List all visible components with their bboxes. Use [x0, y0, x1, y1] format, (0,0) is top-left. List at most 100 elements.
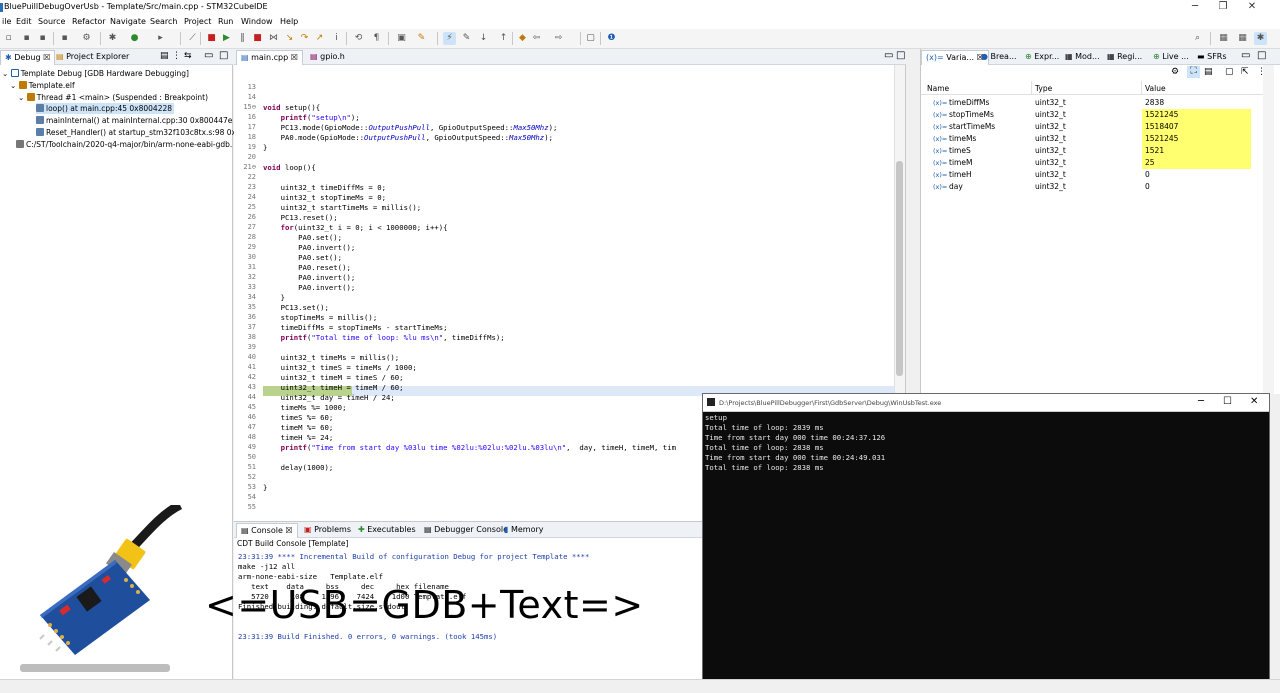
forward-icon[interactable]: ⇨ — [552, 32, 565, 45]
new-icon[interactable]: ▫ — [2, 32, 15, 45]
tab-console[interactable]: ▤ Console ☒ — [236, 523, 298, 538]
skip-breakpoints-icon[interactable]: ⟋ — [186, 32, 199, 45]
menu-help[interactable]: Help — [280, 17, 298, 26]
expand-icon[interactable]: ⌄ — [10, 81, 16, 90]
line-number[interactable]: 14 — [234, 93, 256, 101]
variable-value[interactable]: 1518407 — [1142, 121, 1251, 133]
code-line[interactable]: uint32_t timeDiffMs = 0; — [263, 183, 386, 192]
column-header-name[interactable]: Name — [927, 84, 949, 93]
stack-frame-loop[interactable]: loop() at main.cpp:45 0x8004228 — [36, 103, 175, 114]
tab-expressions[interactable]: ⊕ Expr... — [1021, 50, 1063, 65]
variable-value[interactable]: 0 — [1142, 169, 1251, 181]
last-edit-icon[interactable]: ◆ — [516, 32, 529, 45]
variable-value[interactable]: 25 — [1142, 157, 1251, 169]
line-number[interactable]: 21⊖ — [234, 163, 256, 171]
variable-row[interactable]: (x)= timeH uint32_t 0 — [921, 169, 1266, 181]
save-icon[interactable]: ▪ — [20, 32, 33, 45]
menu-refactor[interactable]: Refactor — [72, 17, 106, 26]
tab-problems[interactable]: ▣ Problems — [300, 523, 355, 538]
info-icon[interactable]: ❶ — [605, 32, 618, 45]
terminate-relaunch-icon[interactable]: ■ — [205, 32, 218, 45]
line-number[interactable]: 38 — [234, 333, 256, 341]
tab-executables[interactable]: ✚ Executables — [354, 523, 420, 538]
expand-icon[interactable]: ⌄ — [18, 93, 24, 102]
maximize-button[interactable]: ❐ — [1215, 1, 1231, 12]
menu-edit[interactable]: Edit — [16, 17, 32, 26]
variable-value[interactable]: 0 — [1142, 181, 1251, 193]
tab-main-cpp[interactable]: ▤ main.cpp ☒ — [236, 50, 303, 65]
close-button[interactable]: ✕ — [1244, 1, 1260, 12]
open-type-icon[interactable]: ▣ — [395, 32, 408, 45]
code-line[interactable]: } — [263, 293, 285, 302]
tree-item-launch[interactable]: ⌄ Template Debug [GDB Hardware Debugging… — [2, 68, 189, 79]
code-line[interactable]: uint32_t stopTimeMs = 0; — [263, 193, 386, 202]
tab-sfrs[interactable]: ▬ SFRs — [1193, 50, 1231, 65]
collapse-all-icon[interactable]: ▤ — [1204, 67, 1213, 77]
code-line[interactable]: delay(1000); — [263, 463, 334, 472]
mark-occurrences-icon[interactable]: ✎ — [415, 32, 428, 45]
variable-value[interactable]: 1521245 — [1142, 109, 1251, 121]
line-number[interactable]: 25 — [234, 203, 256, 211]
line-number[interactable]: 52 — [234, 473, 256, 481]
line-number[interactable]: 48 — [234, 433, 256, 441]
terminal-close-button[interactable]: ✕ — [1250, 396, 1258, 407]
code-line[interactable]: printf("setup\n"); — [263, 113, 360, 122]
line-number[interactable]: 37 — [234, 323, 256, 331]
prev-annotation-icon[interactable]: ↑ — [497, 32, 510, 45]
line-number[interactable]: 31 — [234, 263, 256, 271]
tab-modules[interactable]: ▦ Mod... — [1061, 50, 1104, 65]
code-line[interactable]: PA0.reset(); — [263, 263, 351, 272]
code-line[interactable]: timeS %= 60; — [263, 413, 334, 422]
highlight-icon[interactable]: ⚡ — [443, 32, 456, 45]
pin-icon[interactable]: ✎ — [460, 32, 473, 45]
line-number[interactable]: 29 — [234, 243, 256, 251]
line-number[interactable]: 32 — [234, 273, 256, 281]
variable-row[interactable]: (x)= timeMs uint32_t 1521245 — [921, 133, 1266, 145]
line-number[interactable]: 46 — [234, 413, 256, 421]
variables-scrollbar[interactable] — [1263, 65, 1274, 394]
tab-debugger-console[interactable]: ▤ Debugger Console — [420, 523, 512, 538]
stack-frame-reset-handler[interactable]: Reset_Handler() at startup_stm32f103c8tx… — [36, 127, 250, 138]
maximize-view-icon[interactable]: □ — [1257, 50, 1266, 61]
step-over-icon[interactable]: ↷ — [298, 32, 311, 45]
menu-navigate[interactable]: Navigate — [110, 17, 146, 26]
line-number[interactable]: 24 — [234, 193, 256, 201]
menu-source[interactable]: Source — [38, 17, 65, 26]
code-line[interactable]: uint32_t timeM = timeS / 60; — [263, 373, 404, 382]
code-line[interactable]: void setup(){ — [263, 103, 320, 112]
tree-item-thread[interactable]: ⌄ Thread #1 <main> (Suspended : Breakpoi… — [18, 92, 208, 103]
close-icon[interactable]: ☒ — [285, 526, 292, 535]
editor-scroll-thumb[interactable] — [896, 161, 903, 376]
variable-value[interactable]: 2838 — [1142, 97, 1251, 109]
line-number[interactable]: 44 — [234, 393, 256, 401]
maximize-view-icon[interactable]: □ — [896, 50, 905, 61]
line-number[interactable]: 19 — [234, 143, 256, 151]
code-line[interactable]: } — [263, 143, 267, 152]
terminal-minimize-button[interactable]: ─ — [1198, 396, 1204, 407]
restart-icon[interactable]: ⟲ — [352, 32, 365, 45]
variable-row[interactable]: (x)= timeM uint32_t 25 — [921, 157, 1266, 169]
code-line[interactable]: PA0.invert(); — [263, 273, 355, 282]
line-number[interactable]: 40 — [234, 353, 256, 361]
tree-item-gdb[interactable]: C:/ST/Toolchain/2020-q4-major/bin/arm-no… — [16, 139, 232, 150]
perspective-device-icon[interactable]: ▦ — [1236, 32, 1249, 45]
build-icon[interactable]: ▪ — [58, 32, 71, 45]
tab-memory[interactable]: ▮ Memory — [500, 523, 548, 538]
line-number[interactable]: 51 — [234, 463, 256, 471]
resume-icon[interactable]: ▶ — [220, 32, 233, 45]
line-number[interactable]: 22 — [234, 173, 256, 181]
minimize-view-icon[interactable]: ▭ — [884, 50, 893, 61]
variable-row[interactable]: (x)= timeS uint32_t 1521 — [921, 145, 1266, 157]
tab-live-expressions[interactable]: ⊕ Live ... — [1149, 50, 1193, 65]
line-number[interactable]: 34 — [234, 293, 256, 301]
tab-registers[interactable]: ▦ Regi... — [1103, 50, 1146, 65]
menu-run[interactable]: Run — [218, 17, 233, 26]
line-number[interactable]: 55 — [234, 503, 256, 511]
line-number[interactable]: 43 — [234, 383, 256, 391]
line-number[interactable]: 20 — [234, 153, 256, 161]
code-line[interactable]: stopTimeMs = millis(); — [263, 313, 378, 322]
step-return-icon[interactable]: ↗ — [313, 32, 326, 45]
instruction-stepping-icon[interactable]: i — [330, 32, 343, 45]
line-number[interactable]: 13 — [234, 83, 256, 91]
terminal-maximize-button[interactable]: ☐ — [1223, 396, 1232, 407]
